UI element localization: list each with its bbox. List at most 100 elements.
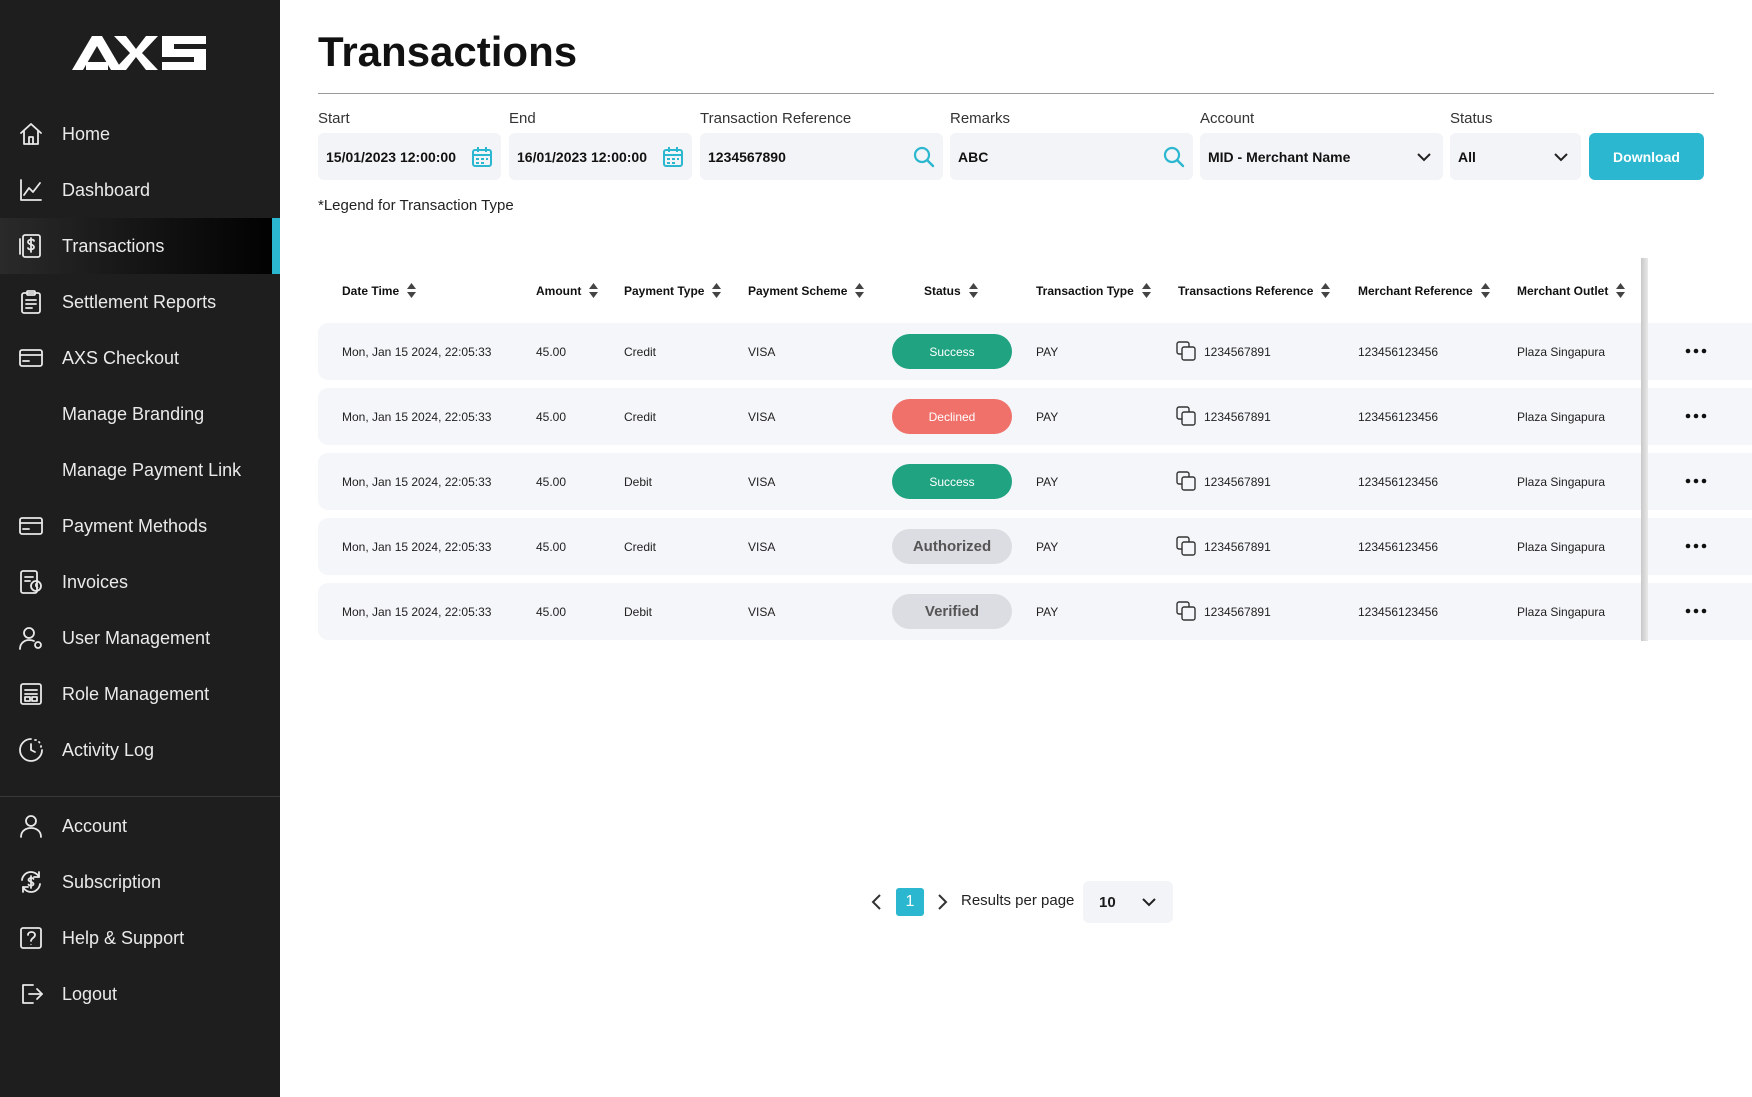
sidebar-item-payment-methods[interactable]: Payment Methods: [0, 498, 280, 554]
account-value: MID - Merchant Name: [1208, 148, 1351, 165]
copy-icon[interactable]: [1176, 471, 1196, 491]
sidebar-item-role-management[interactable]: Role Management: [0, 666, 280, 722]
calendar-icon[interactable]: [471, 146, 493, 168]
table-row[interactable]: Mon, Jan 15 2024, 22:05:33 45.00 Credit VIS…: [318, 388, 1752, 445]
header-merchant-reference[interactable]: Merchant Reference: [1358, 283, 1490, 298]
table-row[interactable]: Mon, Jan 15 2024, 22:05:33 45.00 Credit VIS…: [318, 323, 1752, 380]
sidebar-item-logout[interactable]: Logout: [0, 966, 280, 1022]
header-amount[interactable]: Amount: [536, 283, 599, 298]
remarks-search-input[interactable]: ABC: [950, 133, 1193, 180]
sidebar-item-account[interactable]: Account: [0, 798, 280, 854]
cell-payment-scheme: VISA: [748, 474, 776, 489]
sidebar-item-transactions[interactable]: Transactions: [0, 218, 280, 274]
header-payment-type[interactable]: Payment Type: [624, 283, 722, 298]
header-status[interactable]: Status: [924, 283, 978, 298]
sort-icon[interactable]: [589, 283, 599, 298]
account-label: Account: [1200, 110, 1255, 127]
column-label: Merchant Reference: [1358, 283, 1473, 298]
page-title: Transactions: [318, 28, 578, 75]
sidebar-item-manage-payment-link[interactable]: Manage Payment Link: [0, 442, 280, 498]
sort-icon[interactable]: [712, 283, 722, 298]
sort-icon[interactable]: [1321, 283, 1331, 298]
remarks-label: Remarks: [950, 110, 1011, 127]
cell-merchant-reference: 123456123456: [1358, 474, 1439, 489]
end-date-field[interactable]: 16/01/2023 12:00:00: [509, 133, 692, 180]
header-transactions-reference[interactable]: Transactions Reference: [1178, 283, 1331, 298]
sort-icon[interactable]: [968, 283, 978, 298]
search-icon[interactable]: [913, 146, 935, 168]
more-options-icon[interactable]: [1684, 410, 1708, 422]
search-icon[interactable]: [1163, 146, 1185, 168]
sort-icon[interactable]: [1141, 283, 1151, 298]
roles-icon: [20, 683, 42, 705]
status-select[interactable]: All: [1450, 133, 1581, 180]
cell-amount: 45.00: [536, 344, 567, 359]
sidebar-item-label: Invoices: [62, 571, 129, 592]
more-options-icon[interactable]: [1684, 540, 1708, 552]
sidebar-item-invoices[interactable]: Invoices: [0, 554, 280, 610]
sort-icon[interactable]: [1480, 283, 1490, 298]
sort-icon[interactable]: [855, 283, 865, 298]
invoice-icon: [20, 570, 42, 594]
reference-value: 1234567890: [708, 148, 786, 165]
sidebar-item-label: AXS Checkout: [62, 347, 180, 368]
sort-icon[interactable]: [1616, 283, 1626, 298]
reference-search-input[interactable]: 1234567890: [700, 133, 943, 180]
cell-merchant-reference: 123456123456: [1358, 409, 1439, 424]
sidebar-item-settlement-reports[interactable]: Settlement Reports: [0, 274, 280, 330]
axs-logo[interactable]: [72, 32, 208, 74]
copy-icon[interactable]: [1176, 536, 1196, 556]
cell-date-time: Mon, Jan 15 2024, 22:05:33: [342, 344, 492, 359]
calendar-icon[interactable]: [662, 146, 684, 168]
more-options-icon[interactable]: [1684, 345, 1708, 357]
header-merchant-outlet[interactable]: Merchant Outlet: [1517, 283, 1626, 298]
subscription-icon: [21, 871, 41, 893]
transaction-type-legend-link[interactable]: *Legend for Transaction Type: [318, 197, 514, 214]
column-label: Amount: [536, 283, 582, 298]
sidebar-item-axs-checkout[interactable]: AXS Checkout: [0, 330, 280, 386]
start-date-field[interactable]: 15/01/2023 12:00:00: [318, 133, 501, 180]
sidebar-item-label: Payment Methods: [62, 515, 208, 536]
cell-transaction-type: PAY: [1036, 539, 1059, 554]
card-icon: [19, 349, 43, 367]
chevron-right-icon[interactable]: [934, 892, 950, 912]
table-row[interactable]: Mon, Jan 15 2024, 22:05:33 45.00 Debit VISA…: [318, 453, 1752, 510]
table-row[interactable]: Mon, Jan 15 2024, 22:05:33 45.00 Debit VISA…: [318, 583, 1752, 640]
sidebar-item-manage-branding[interactable]: Manage Branding: [0, 386, 280, 442]
cell-payment-scheme: VISA: [748, 604, 776, 619]
cell-transaction-reference: 1234567891: [1204, 604, 1271, 619]
sidebar-item-user-management[interactable]: User Management: [0, 610, 280, 666]
cell-transaction-type: PAY: [1036, 409, 1059, 424]
sidebar-item-label: Account: [62, 815, 128, 836]
column-label: Status: [924, 283, 961, 298]
sidebar-item-activity-log[interactable]: Activity Log: [0, 722, 280, 778]
cell-merchant-reference: 123456123456: [1358, 604, 1439, 619]
copy-icon[interactable]: [1176, 341, 1196, 361]
sort-icon[interactable]: [407, 283, 417, 298]
copy-icon[interactable]: [1176, 406, 1196, 426]
copy-icon[interactable]: [1176, 601, 1196, 621]
chart-icon: [20, 179, 42, 201]
header-payment-scheme[interactable]: Payment Scheme: [748, 283, 865, 298]
end-date-value: 16/01/2023 12:00:00: [517, 148, 647, 165]
page-number-current[interactable]: 1: [896, 888, 924, 916]
header-transaction-type[interactable]: Transaction Type: [1036, 283, 1151, 298]
download-button[interactable]: Download: [1589, 133, 1704, 180]
sidebar-item-home[interactable]: Home: [0, 106, 280, 162]
sidebar-item-help-support[interactable]: Help & Support: [0, 910, 280, 966]
sidebar-item-dashboard[interactable]: Dashboard: [0, 162, 280, 218]
table-row[interactable]: Mon, Jan 15 2024, 22:05:33 45.00 Credit VIS…: [318, 518, 1752, 575]
home-icon: [20, 123, 42, 145]
results-per-page-select[interactable]: 10: [1083, 881, 1173, 923]
cell-date-time: Mon, Jan 15 2024, 22:05:33: [342, 539, 492, 554]
sidebar-item-subscription[interactable]: Subscription: [0, 854, 280, 910]
header-date-time[interactable]: Date Time: [342, 283, 417, 298]
cell-amount: 45.00: [536, 474, 567, 489]
more-options-icon[interactable]: [1684, 605, 1708, 617]
cell-date-time: Mon, Jan 15 2024, 22:05:33: [342, 604, 492, 619]
account-select[interactable]: MID - Merchant Name: [1200, 133, 1443, 180]
column-label: Transaction Type: [1036, 283, 1134, 298]
chevron-left-icon[interactable]: [869, 892, 885, 912]
more-options-icon[interactable]: [1684, 475, 1708, 487]
cell-transaction-type: PAY: [1036, 474, 1059, 489]
